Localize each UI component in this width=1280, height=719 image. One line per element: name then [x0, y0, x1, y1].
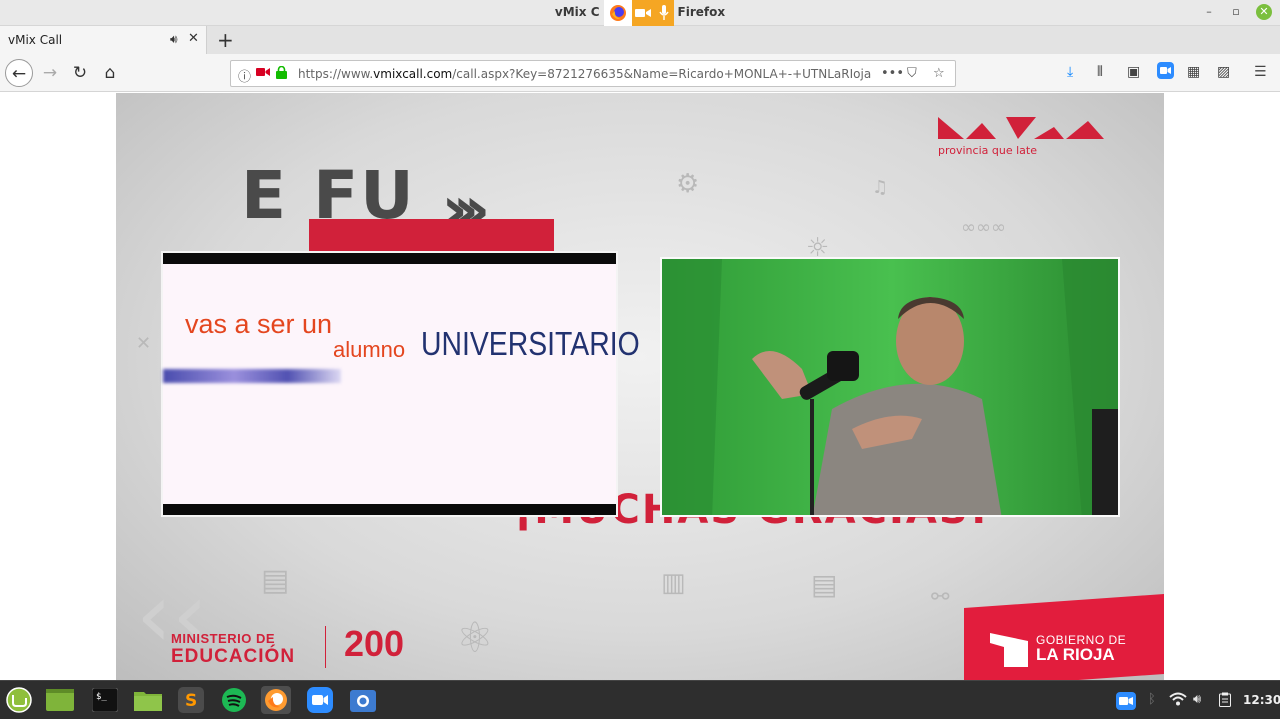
music-note-doodle-icon: ♫ — [872, 177, 889, 198]
mint-menu-icon[interactable] — [4, 686, 34, 714]
screenshot-tool-icon[interactable] — [348, 686, 378, 714]
speaker-icon[interactable]: 🔊︎ — [170, 32, 178, 47]
video-tile-presentation[interactable]: vas a ser un alumno UNIVERSITARIO — [161, 251, 640, 517]
clock[interactable]: 12:30 — [1243, 693, 1280, 707]
camera-feed-illustration — [662, 259, 1118, 515]
zoom-extension-icon[interactable] — [1157, 62, 1174, 83]
tab-vmix-call[interactable]: vMix Call 🔊︎ ✕ — [0, 26, 207, 54]
firefox-taskbar-icon[interactable] — [261, 686, 291, 714]
atom-doodle-icon: ⚛ — [456, 613, 494, 662]
camera-permission-icon[interactable] — [256, 66, 270, 81]
terminal-icon[interactable]: $_ — [90, 686, 120, 714]
notebook-doodle-icon: ▤ — [811, 568, 838, 601]
vmix-call-stage: ⚙ ♫ ☼ ∞∞∞ ✕ ▤ ▥ ▤ ⚛ ⚯ ‹‹ provincia que l… — [116, 93, 1164, 680]
downloads-icon[interactable]: ⤓ — [1067, 64, 1073, 80]
svg-text:S: S — [185, 691, 197, 711]
maximize-button[interactable]: ▫ — [1228, 4, 1244, 20]
logo-separator — [325, 626, 326, 668]
spotify-icon[interactable] — [219, 686, 249, 714]
camera-sharing-icon[interactable] — [632, 0, 653, 26]
taskbar: $_ S ᛒ 🔊︎ 12:30 — [0, 680, 1280, 719]
ministerio-line1: MINISTERIO DE — [171, 631, 276, 646]
gear-doodle-icon: ⚙ — [676, 169, 700, 199]
video-tile-camera[interactable] — [660, 257, 1120, 517]
gobierno-line2: LA RIOJA — [1036, 645, 1115, 664]
show-desktop-icon[interactable] — [45, 686, 75, 714]
menu-icon[interactable]: ☰ — [1254, 64, 1267, 80]
forward-button[interactable]: → — [36, 59, 64, 87]
minimize-button[interactable]: – — [1201, 4, 1217, 20]
window-title-right: Firefox — [677, 5, 726, 19]
info-icon[interactable]: ⓘ — [238, 66, 251, 85]
close-button[interactable]: ✕ — [1256, 4, 1272, 20]
tab-close-button[interactable]: ✕ — [188, 31, 199, 46]
tab-strip: vMix Call 🔊︎ ✕ + — [0, 26, 1280, 54]
container-extension-icon[interactable]: ▨ — [1217, 64, 1230, 80]
sharing-indicator[interactable] — [604, 0, 674, 26]
navigation-bar: ← → ↻ ⌂ ⓘ https://www.vmixcall.com/call.… — [0, 54, 1280, 92]
window-titlebar[interactable]: vMix C Firefox – ▫ ✕ — [0, 0, 1280, 26]
molecule-doodle-icon: ⚯ — [931, 585, 950, 610]
bicentenario-logo: 200 — [344, 623, 405, 664]
letterbox-bottom — [163, 504, 616, 515]
zoom-taskbar-icon[interactable] — [305, 686, 335, 714]
page-actions-button[interactable]: ••• — [881, 66, 904, 81]
sidebar-icon[interactable]: ▣ — [1127, 64, 1140, 80]
page-content: ⚙ ♫ ☼ ∞∞∞ ✕ ▤ ▥ ▤ ⚛ ⚯ ‹‹ provincia que l… — [0, 93, 1280, 680]
star-doodle-icon: ✕ — [136, 333, 152, 354]
ministerio-educacion-logo: MINISTERIO DE EDUCACIÓN — [171, 631, 295, 668]
letterbox-top — [163, 253, 616, 264]
gobierno-arrow-icon — [990, 633, 1028, 667]
slide-text-line3: UNIVERSITARIO — [421, 325, 640, 362]
bluetooth-icon[interactable]: ᛒ — [1148, 692, 1156, 707]
wifi-icon[interactable] — [1169, 692, 1187, 710]
reload-button[interactable]: ↻ — [66, 59, 94, 87]
zoom-tray-icon[interactable] — [1116, 692, 1136, 714]
extensions-grid-icon[interactable]: ▦ — [1187, 64, 1200, 80]
ministerio-line2: EDUCACIÓN — [171, 646, 296, 667]
brand-tagline: provincia que late — [938, 144, 1037, 157]
new-tab-button[interactable]: + — [217, 28, 234, 52]
dna-doodle-icon: ∞∞∞ — [961, 217, 1006, 238]
slide-text-line2: alumno — [333, 337, 406, 362]
firefox-icon — [604, 0, 632, 26]
files-icon[interactable] — [133, 686, 163, 714]
pocket-icon[interactable]: ⛉ — [907, 66, 917, 81]
window-title-left: vMix C — [554, 5, 600, 19]
microphone-sharing-icon[interactable] — [653, 0, 674, 26]
slide-text-line1: vas a ser un — [185, 309, 333, 339]
clipboard-icon[interactable] — [1219, 692, 1231, 711]
sublime-text-icon[interactable]: S — [176, 686, 206, 714]
lock-icon[interactable] — [276, 65, 287, 83]
home-button[interactable]: ⌂ — [96, 59, 124, 87]
tab-label: vMix Call — [8, 33, 63, 47]
url-bar[interactable]: ⓘ https://www.vmixcall.com/call.aspx?Key… — [230, 60, 956, 87]
book-doodle-icon: ▤ — [261, 563, 290, 598]
motion-blur-strip — [163, 369, 341, 383]
svg-text:$_: $_ — [96, 692, 107, 702]
library-icon[interactable]: ⫴ — [1097, 64, 1103, 80]
bar-chart-doodle-icon: ▥ — [661, 568, 686, 598]
volume-icon[interactable]: 🔊︎ — [1193, 692, 1201, 707]
bookmark-star-icon[interactable]: ☆ — [933, 66, 945, 81]
url-text[interactable]: https://www.vmixcall.com/call.aspx?Key=8… — [298, 67, 871, 81]
back-button[interactable]: ← — [5, 59, 33, 87]
